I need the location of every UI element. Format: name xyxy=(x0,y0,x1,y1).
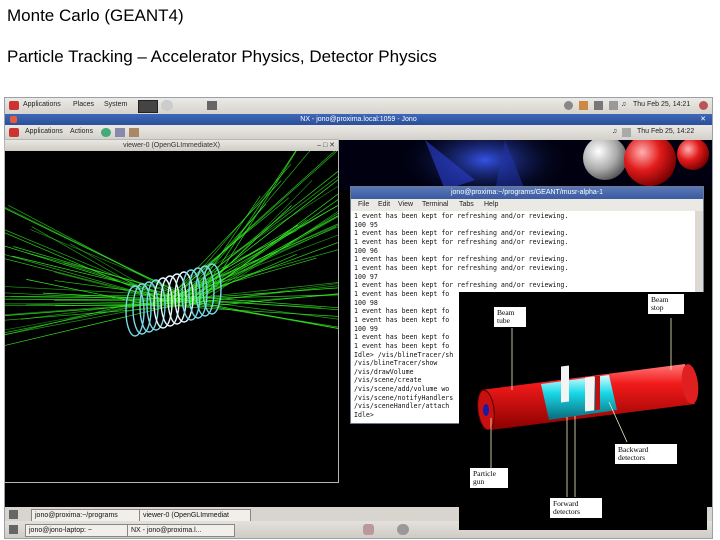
geant4-viewer-window[interactable]: viewer-0 (OpenGLImmediateX) – □ ✕ xyxy=(4,139,339,483)
nx-window-title: NX - jono@proxima.local:1059 - Jono xyxy=(300,116,417,123)
display-icon[interactable] xyxy=(622,128,631,137)
show-desktop-icon[interactable] xyxy=(207,101,217,110)
slide-title: Monte Carlo (GEANT4) xyxy=(7,6,184,25)
show-desktop-icon[interactable] xyxy=(9,510,18,519)
nx-window-titlebar[interactable]: NX - jono@proxima.local:1059 - Jono ✕ xyxy=(5,114,712,125)
slide-subtitle: Particle Tracking – Accelerator Physics,… xyxy=(7,47,437,66)
applet-icon[interactable] xyxy=(397,524,409,535)
particle-track xyxy=(63,262,170,297)
mail-launcher-icon[interactable] xyxy=(115,128,125,137)
foot-logo-icon[interactable] xyxy=(9,101,19,110)
terminal-line: 1 event has been kept for refreshing and… xyxy=(354,263,569,272)
terminal-line: 100 97 xyxy=(354,272,378,281)
particle-track-view[interactable] xyxy=(5,151,338,482)
remote-top-panel: Applications Actions ♫ Thu Feb 25, 14:22 xyxy=(5,125,712,140)
applications-menu[interactable]: Applications xyxy=(23,101,61,108)
particle-track xyxy=(166,197,289,299)
taskbar-local-terminal-button[interactable]: jono@jono-laptop: ~ xyxy=(25,524,131,537)
particle-track xyxy=(5,293,172,336)
particle-track xyxy=(179,170,338,298)
label-backward-detectors: Backward detectors xyxy=(615,444,677,464)
terminal-line: 100 95 xyxy=(354,220,378,229)
volume-icon[interactable]: ♫ xyxy=(612,128,617,135)
menu-tabs[interactable]: Tabs xyxy=(459,201,474,208)
label-forward-detectors: Forward detectors xyxy=(550,498,602,518)
search-icon[interactable] xyxy=(564,101,573,110)
menu-help[interactable]: Help xyxy=(484,201,498,208)
remote-applications-menu[interactable]: Applications xyxy=(25,128,63,135)
system-menu[interactable]: System xyxy=(104,101,127,108)
terminal-line: 1 event has been kept for refreshing and… xyxy=(354,255,569,264)
volume-icon[interactable]: ♫ xyxy=(621,101,626,108)
network-icon[interactable] xyxy=(579,101,588,110)
terminal-launcher-icon[interactable] xyxy=(138,100,158,113)
applet-icon[interactable] xyxy=(363,524,374,535)
particle-track xyxy=(188,205,292,303)
remote-actions-menu[interactable]: Actions xyxy=(70,128,93,135)
label-particle-gun: Particle gun xyxy=(470,468,508,488)
viewer-titlebar[interactable]: viewer-0 (OpenGLImmediateX) xyxy=(5,140,338,151)
particle-track xyxy=(170,176,338,303)
menu-edit[interactable]: Edit xyxy=(378,201,390,208)
panel-clock[interactable]: Thu Feb 25, 14:21 xyxy=(633,101,690,108)
viewer-title: viewer-0 (OpenGLImmediateX) xyxy=(123,142,220,149)
remote-panel-clock[interactable]: Thu Feb 25, 14:22 xyxy=(637,128,694,135)
particle-track xyxy=(167,223,338,301)
particle-gun-source xyxy=(483,404,489,416)
terminal-line: 100 96 xyxy=(354,246,378,255)
foot-logo-icon[interactable] xyxy=(9,128,19,137)
viewer-window-buttons[interactable]: – □ ✕ xyxy=(317,141,335,149)
terminal-line: 1 event has been kept for refreshing and… xyxy=(354,229,569,238)
menu-view[interactable]: View xyxy=(398,201,413,208)
terminal-titlebar[interactable]: jono@proxima:~/programs/GEANT/musr-alpha… xyxy=(351,187,703,199)
battery-icon[interactable] xyxy=(609,101,618,110)
particle-track xyxy=(5,254,162,299)
terminal-line: 1 event has been kept for refreshing and… xyxy=(354,212,569,220)
close-icon[interactable]: ✕ xyxy=(700,114,706,125)
top-panel: Applications Places System ♫ Thu Feb 25,… xyxy=(5,98,712,114)
terminal-title: jono@proxima:~/programs/GEANT/musr-alpha… xyxy=(450,189,604,196)
terminal-line: 1 event has been kept for refreshing and… xyxy=(354,237,569,246)
taskbar-nx-button[interactable]: NX - jono@proxima.l... xyxy=(127,524,235,537)
menu-file[interactable]: File xyxy=(358,201,369,208)
menu-terminal[interactable]: Terminal xyxy=(422,201,448,208)
logout-icon[interactable] xyxy=(699,101,708,110)
help-launcher-icon[interactable] xyxy=(129,128,139,137)
show-desktop-icon[interactable] xyxy=(9,525,18,534)
terminal-line: 1 event has been kept for refreshing and… xyxy=(354,281,569,290)
particle-track xyxy=(5,229,170,299)
detector-diagram: Beam tube Beam stop Backward detectors P… xyxy=(459,292,707,530)
label-beam-stop: Beam stop xyxy=(648,294,684,314)
particle-track xyxy=(31,226,168,304)
label-beam-tube: Beam tube xyxy=(494,307,526,327)
browser-launcher-icon[interactable] xyxy=(101,128,111,137)
nx-app-icon xyxy=(10,116,17,123)
printer-icon[interactable] xyxy=(594,101,603,110)
terminal-menubar: File Edit View Terminal Tabs Help xyxy=(351,199,703,211)
places-menu[interactable]: Places xyxy=(73,101,94,108)
browser-launcher-icon[interactable] xyxy=(161,100,173,111)
